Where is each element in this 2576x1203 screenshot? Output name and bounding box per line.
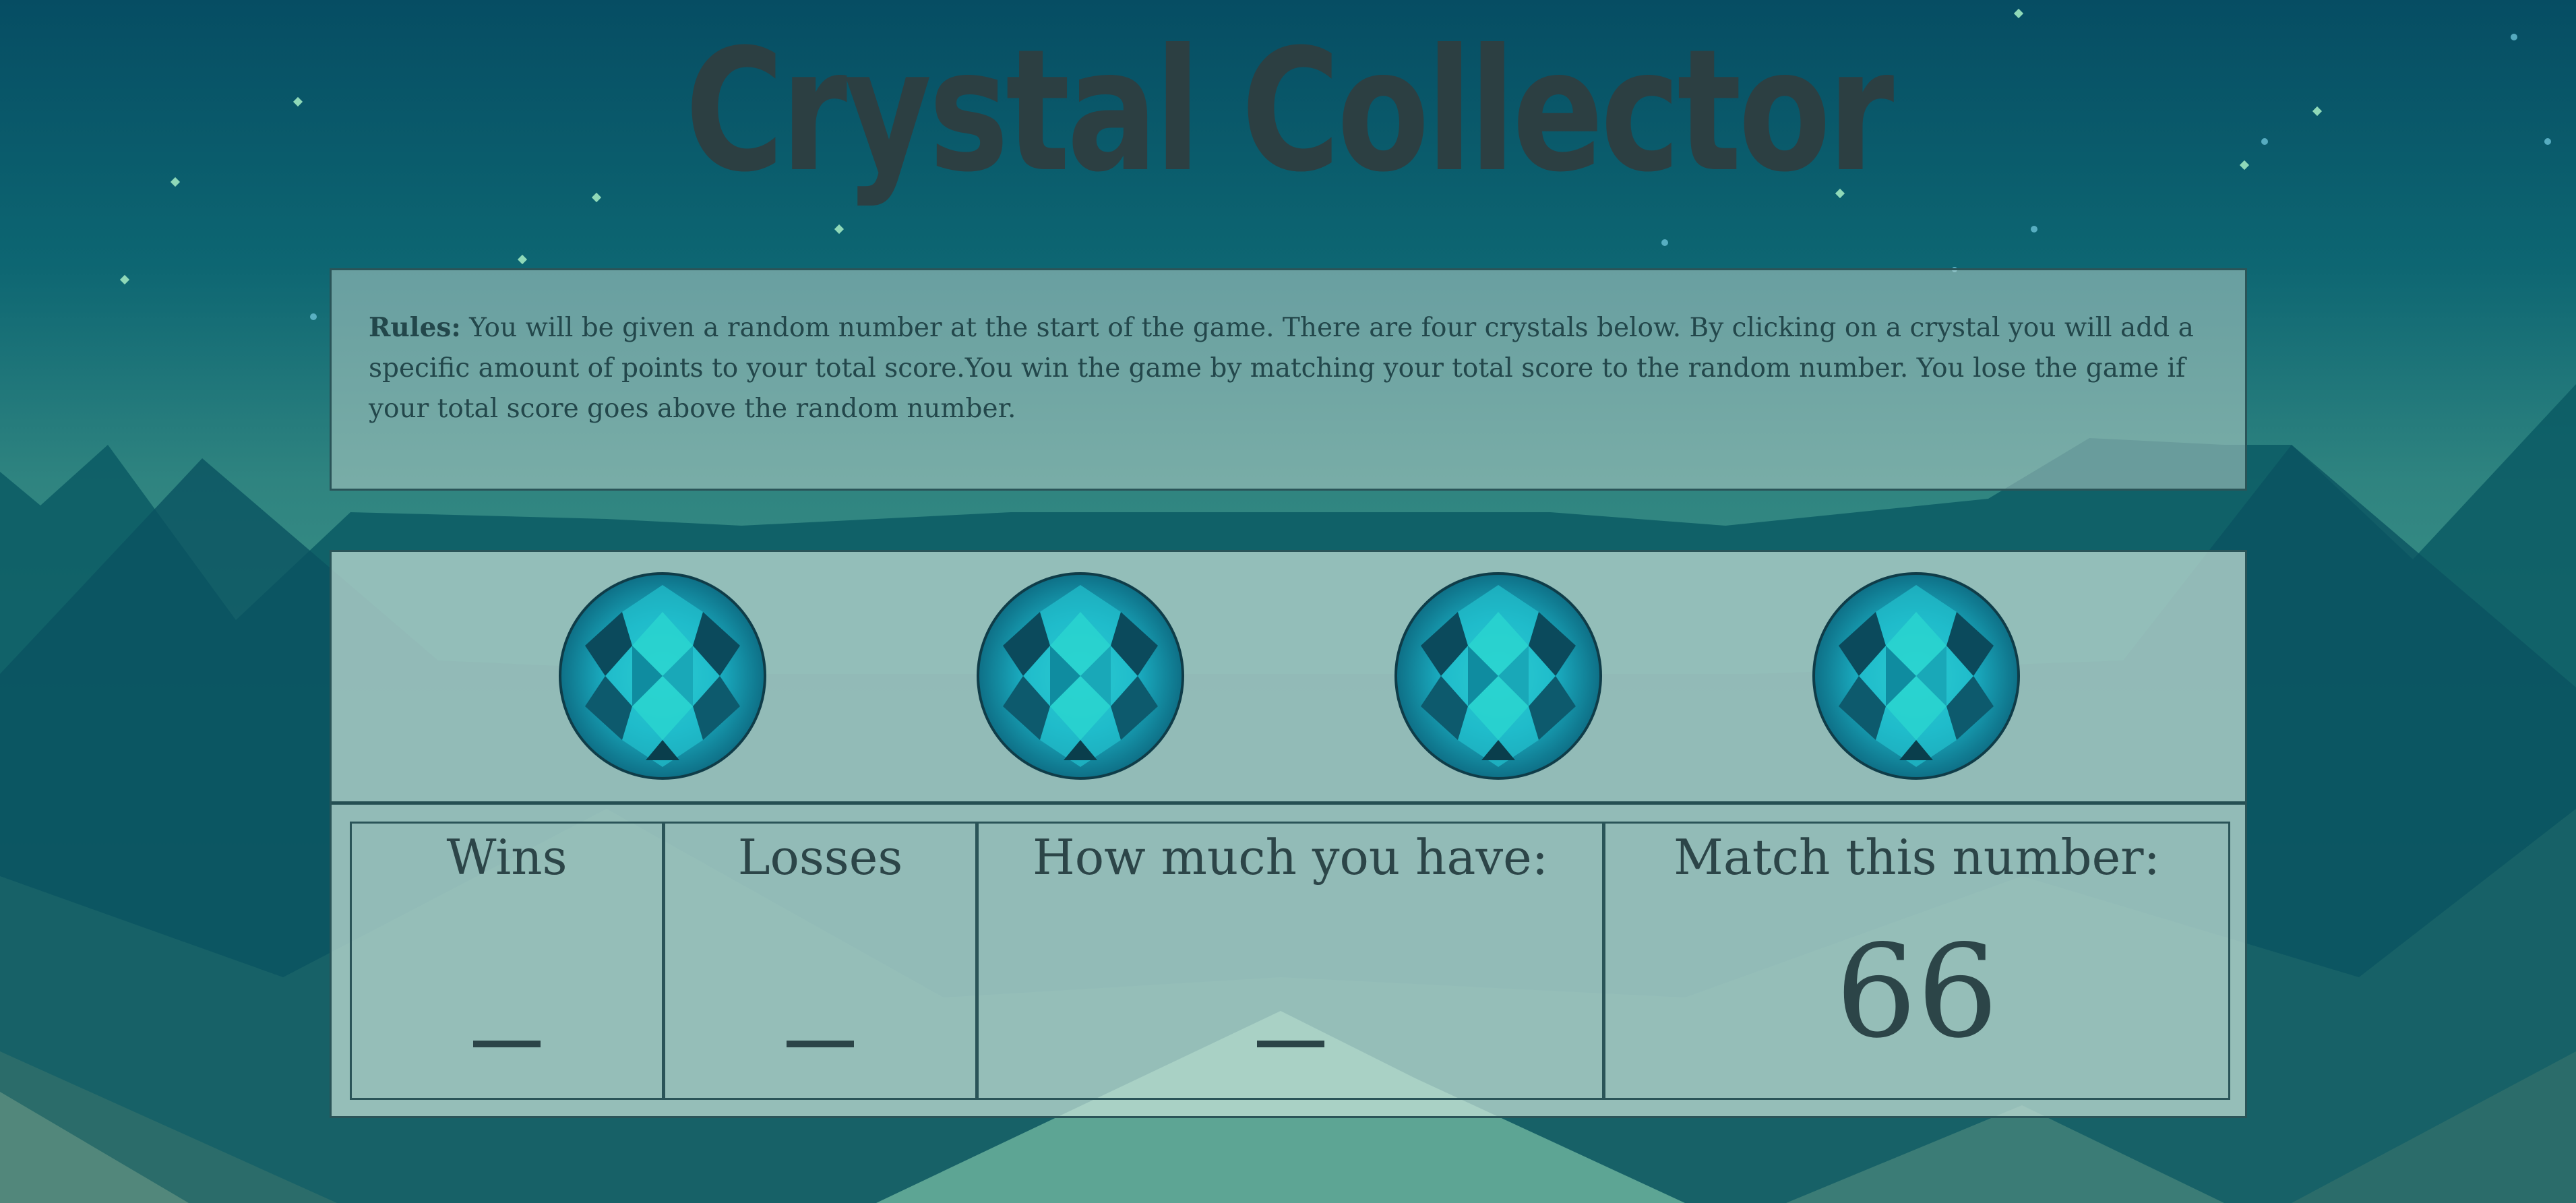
stats-table: Wins Losses How much you have: Match thi…	[350, 822, 2230, 1100]
total-score-cell: How much you have:	[979, 824, 1605, 1098]
page-title: Crystal Collector	[685, 13, 1894, 209]
losses-cell: Losses	[665, 824, 979, 1098]
target-number-label: Match this number:	[1674, 829, 2160, 886]
target-number-value: 66	[1835, 917, 1998, 1066]
total-score-value	[1256, 1041, 1324, 1047]
rules-label: Rules:	[369, 312, 461, 343]
wins-label: Wins	[446, 829, 568, 886]
crystal-2[interactable]	[976, 572, 1185, 780]
rules-panel: Rules: You will be given a random number…	[330, 268, 2247, 491]
crystal-1[interactable]	[558, 572, 767, 780]
crystal-3[interactable]	[1394, 572, 1603, 780]
losses-value	[787, 1041, 854, 1047]
crystal-row	[332, 552, 2245, 805]
crystal-4[interactable]	[1812, 572, 2021, 780]
wins-value	[473, 1041, 541, 1047]
losses-label: Losses	[737, 829, 903, 886]
rules-text: You will be given a random number at the…	[369, 313, 2194, 424]
wins-cell: Wins	[352, 824, 665, 1098]
game-panel: Wins Losses How much you have: Match thi…	[330, 550, 2247, 1118]
total-score-label: How much you have:	[1033, 829, 1548, 886]
target-number-cell: Match this number: 66	[1605, 824, 2228, 1098]
